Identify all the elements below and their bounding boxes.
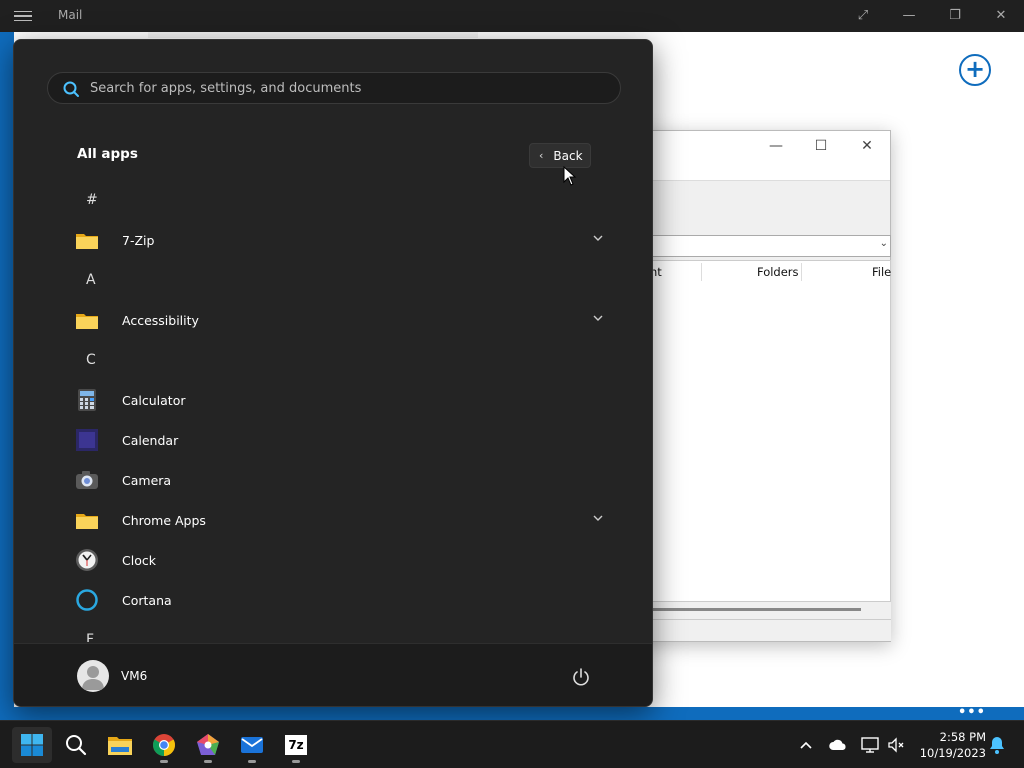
7zip-menubar [621,161,890,181]
chevron-down-icon[interactable] [592,312,604,324]
7zip-icon: 7z [285,735,307,755]
search-input[interactable] [90,73,610,103]
notification-bell-icon[interactable] [987,735,1007,755]
7zip-statusbar [621,619,891,641]
running-indicator [204,760,212,763]
clock-icon [76,549,98,571]
7zip-toolbar [621,182,890,232]
scrollbar-thumb[interactable] [621,608,861,611]
letter-group-header[interactable]: F [86,620,94,642]
system-clock[interactable]: 2:58 PM 10/19/2023 [914,729,986,761]
cortana-icon [76,589,98,611]
app-item-camera[interactable]: Camera [74,460,604,500]
network-icon[interactable] [860,735,880,755]
running-indicator [160,760,168,763]
7zip-window: — ☐ ✕ ⌄ nt Folders File [620,130,891,642]
chevron-down-icon[interactable] [592,512,604,524]
chrome-icon [153,734,175,756]
letter-group-header[interactable]: A [86,260,96,300]
close-icon[interactable]: ✕ [991,6,1011,26]
horizontal-scrollbar[interactable] [621,602,891,619]
folder-icon [76,514,98,529]
user-name[interactable]: VM6 [121,669,147,683]
calendar-icon [76,429,98,451]
file-explorer-icon [108,737,132,755]
app-item-clock[interactable]: Clock [74,540,604,580]
restore-icon[interactable]: ❐ [945,6,965,26]
expand-icon[interactable]: ⤢ [853,6,873,26]
chevron-down-icon[interactable] [592,232,604,244]
taskbar-search-button[interactable] [56,727,96,763]
windows-logo-icon [21,734,43,756]
7zip-address-bar[interactable]: ⌄ [621,235,891,257]
folder-icon [76,234,98,249]
7zip-list-header: nt Folders File [622,261,891,283]
camera-icon [76,471,98,489]
clock-date: 10/19/2023 [919,746,986,760]
more-options-icon[interactable]: ••• [958,705,986,720]
mail-nav-strip [0,32,14,720]
clock-time: 2:58 PM [939,730,986,744]
back-button[interactable]: ‹ Back [529,143,591,168]
taskbar-pentagon-app[interactable] [188,727,228,763]
search-icon [66,735,87,756]
pentagon-app-icon [197,734,219,755]
app-item-chrome-apps[interactable]: Chrome Apps [74,500,604,540]
calculator-icon [78,389,96,411]
chevron-up-icon[interactable] [796,735,816,755]
taskbar-mail[interactable] [232,727,272,763]
taskbar-7zip[interactable]: 7z [276,727,316,763]
mouse-cursor-icon [563,166,577,186]
start-search-box[interactable] [47,72,621,104]
all-apps-heading: All apps [77,146,138,162]
mail-icon [241,737,263,753]
column-header-files[interactable]: File [872,265,891,279]
7zip-file-list[interactable]: nt Folders File [621,260,891,602]
volume-muted-icon[interactable] [886,735,906,755]
mail-titlebar: Mail ⤢ — ❐ ✕ [0,0,1024,32]
close-icon[interactable]: ✕ [855,135,879,157]
hamburger-menu-icon[interactable] [14,8,32,24]
folder-icon [76,314,98,329]
column-header-folders[interactable]: Folders [757,265,799,279]
back-button-label: Back [553,148,583,163]
minimize-icon[interactable]: — [764,135,788,157]
mail-top-strip [148,32,478,38]
start-menu-footer: VM6 [14,643,652,706]
letter-group-header[interactable]: C [86,340,96,380]
letter-group-header[interactable]: # [86,180,98,220]
running-indicator [248,760,256,763]
mail-bottom-bar [0,707,1024,720]
onedrive-cloud-icon[interactable] [828,735,848,755]
app-item-7zip[interactable]: 7-Zip [74,220,604,260]
chevron-down-icon[interactable]: ⌄ [880,238,888,249]
app-item-cortana[interactable]: Cortana [74,580,604,620]
maximize-icon[interactable]: ☐ [809,135,833,157]
plus-icon: + [964,55,986,83]
7zip-titlebar: — ☐ ✕ [621,131,890,161]
taskbar: 7z 2:58 PM 10/19/2023 [0,720,1024,768]
app-item-accessibility[interactable]: Accessibility [74,300,604,340]
chevron-left-icon: ‹ [539,149,544,162]
start-button[interactable] [12,727,52,763]
minimize-icon[interactable]: — [899,6,919,26]
taskbar-file-explorer[interactable] [100,727,140,763]
app-item-calendar[interactable]: Calendar [74,420,604,460]
search-icon [63,81,79,97]
mail-window-title: Mail [58,8,83,22]
user-icon [82,666,104,690]
taskbar-chrome[interactable] [144,727,184,763]
avatar[interactable] [77,660,109,692]
app-item-calculator[interactable]: Calculator [74,380,604,420]
start-menu: All apps ‹ Back # 7-Zip A Accessibility … [13,39,653,707]
running-indicator [292,760,300,763]
power-icon[interactable] [570,666,592,688]
new-mail-button[interactable]: + [959,54,991,86]
all-apps-list[interactable]: # 7-Zip A Accessibility C Calculator Cal… [14,180,652,642]
